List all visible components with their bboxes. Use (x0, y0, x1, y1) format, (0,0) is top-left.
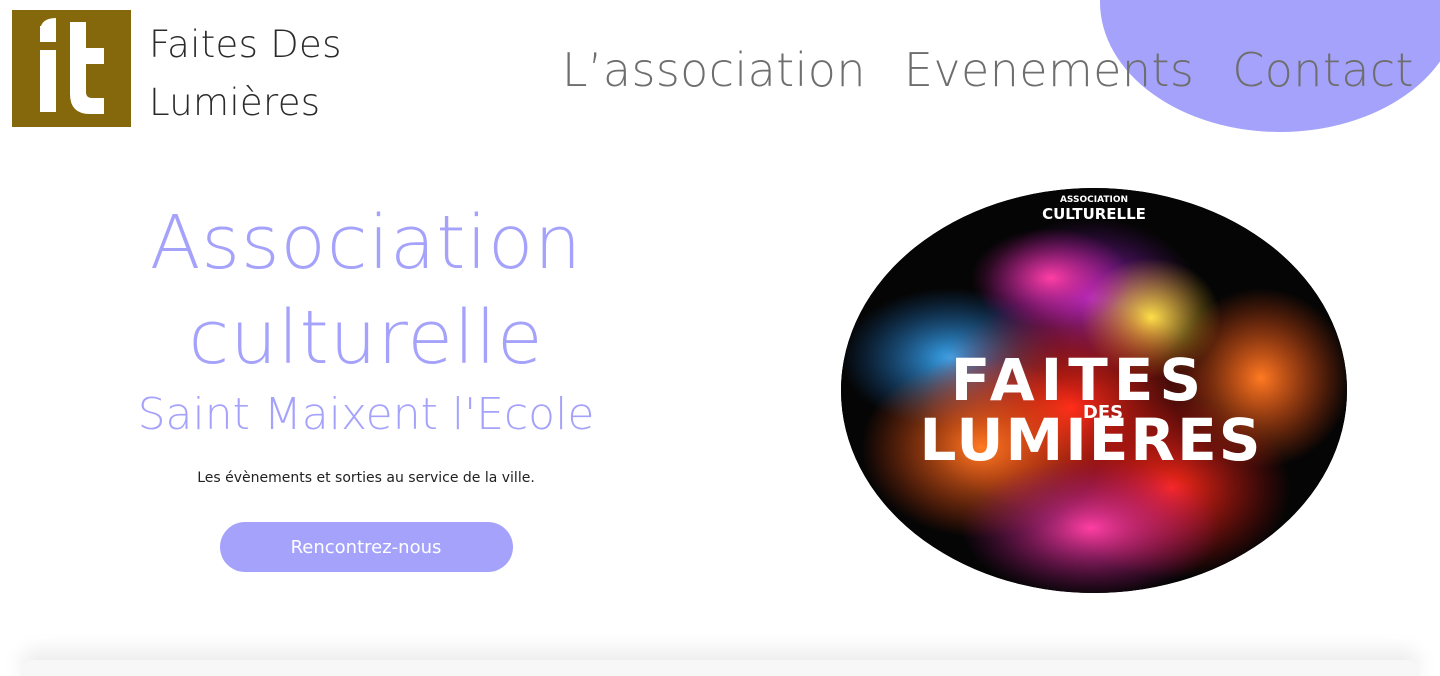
poster-top-big: CULTURELLE (1042, 205, 1146, 223)
site-name-line1: Faites Des (149, 23, 342, 66)
poster-title-word1: FAITES (951, 346, 1207, 414)
site-header: it Faites Des Lumières L’association Eve… (0, 0, 1440, 140)
page: it Faites Des Lumières L’association Eve… (0, 0, 1440, 676)
hero-title-line1: Association (149, 200, 583, 286)
hero-title-line2: culturelle (188, 295, 544, 381)
nav-link-evenements[interactable]: Evenements (904, 40, 1194, 100)
poster-artwork: ASSOCIATION CULTURELLE FAITES DES LUMIER… (841, 188, 1347, 593)
hero-title: Association culturelle (96, 196, 636, 386)
nav-link-contact[interactable]: Contact (1232, 40, 1414, 100)
logo-mark-icon: it (40, 18, 104, 114)
next-section-edge (20, 660, 1420, 676)
hero-section: Association culturelle Saint Maixent l'E… (96, 196, 636, 572)
hero-subtitle: Saint Maixent l'Ecole (137, 389, 595, 440)
site-logo[interactable]: it (12, 10, 131, 127)
rencontrez-nous-button[interactable]: Rencontrez-nous (219, 522, 513, 572)
nav-link-association[interactable]: L’association (562, 40, 866, 100)
hero-description: Les évènements et sorties au service de … (197, 470, 535, 486)
hero-poster-image: ASSOCIATION CULTURELLE FAITES DES LUMIER… (841, 188, 1347, 593)
poster-title-word2: LUMIERES (920, 406, 1263, 474)
poster-top-small: ASSOCIATION (1060, 195, 1128, 205)
main-navigation: L’association Evenements Contact (562, 40, 1414, 100)
site-name[interactable]: Faites Des Lumières (149, 16, 389, 132)
site-name-line2: Lumières (149, 81, 321, 124)
